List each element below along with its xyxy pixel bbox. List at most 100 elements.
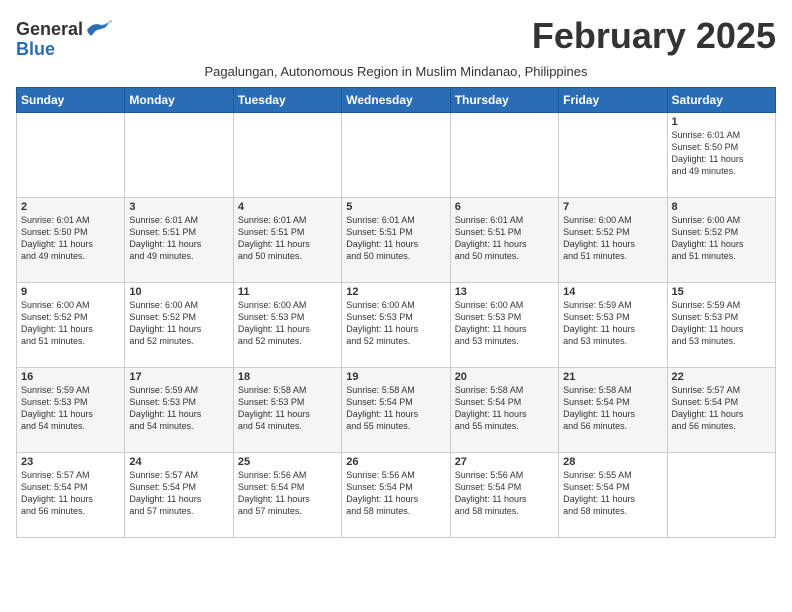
day-number: 5 bbox=[346, 201, 445, 213]
calendar-cell: 18Sunrise: 5:58 AM Sunset: 5:53 PM Dayli… bbox=[233, 367, 341, 452]
calendar-cell: 26Sunrise: 5:56 AM Sunset: 5:54 PM Dayli… bbox=[342, 452, 450, 537]
calendar-cell bbox=[17, 112, 125, 197]
day-info: Sunrise: 6:01 AM Sunset: 5:51 PM Dayligh… bbox=[238, 214, 337, 263]
logo-general-text: General bbox=[16, 20, 83, 40]
calendar-cell: 6Sunrise: 6:01 AM Sunset: 5:51 PM Daylig… bbox=[450, 197, 558, 282]
calendar-cell: 10Sunrise: 6:00 AM Sunset: 5:52 PM Dayli… bbox=[125, 282, 233, 367]
day-info: Sunrise: 5:59 AM Sunset: 5:53 PM Dayligh… bbox=[21, 384, 120, 433]
day-number: 7 bbox=[563, 201, 662, 213]
day-number: 19 bbox=[346, 371, 445, 383]
logo-blue-text: Blue bbox=[16, 40, 55, 60]
day-info: Sunrise: 5:56 AM Sunset: 5:54 PM Dayligh… bbox=[455, 469, 554, 518]
calendar-cell: 21Sunrise: 5:58 AM Sunset: 5:54 PM Dayli… bbox=[559, 367, 667, 452]
day-number: 12 bbox=[346, 286, 445, 298]
day-number: 21 bbox=[563, 371, 662, 383]
calendar-cell: 27Sunrise: 5:56 AM Sunset: 5:54 PM Dayli… bbox=[450, 452, 558, 537]
calendar-cell: 3Sunrise: 6:01 AM Sunset: 5:51 PM Daylig… bbox=[125, 197, 233, 282]
day-number: 14 bbox=[563, 286, 662, 298]
calendar-cell: 20Sunrise: 5:58 AM Sunset: 5:54 PM Dayli… bbox=[450, 367, 558, 452]
weekday-header-sunday: Sunday bbox=[17, 87, 125, 112]
weekday-header-saturday: Saturday bbox=[667, 87, 775, 112]
day-info: Sunrise: 6:00 AM Sunset: 5:52 PM Dayligh… bbox=[129, 299, 228, 348]
day-number: 22 bbox=[672, 371, 771, 383]
day-info: Sunrise: 5:56 AM Sunset: 5:54 PM Dayligh… bbox=[238, 469, 337, 518]
day-info: Sunrise: 5:58 AM Sunset: 5:54 PM Dayligh… bbox=[563, 384, 662, 433]
calendar-cell: 15Sunrise: 5:59 AM Sunset: 5:53 PM Dayli… bbox=[667, 282, 775, 367]
weekday-header-friday: Friday bbox=[559, 87, 667, 112]
day-info: Sunrise: 6:00 AM Sunset: 5:53 PM Dayligh… bbox=[346, 299, 445, 348]
calendar-cell: 13Sunrise: 6:00 AM Sunset: 5:53 PM Dayli… bbox=[450, 282, 558, 367]
day-info: Sunrise: 6:00 AM Sunset: 5:52 PM Dayligh… bbox=[563, 214, 662, 263]
day-number: 3 bbox=[129, 201, 228, 213]
calendar-cell: 25Sunrise: 5:56 AM Sunset: 5:54 PM Dayli… bbox=[233, 452, 341, 537]
calendar-cell: 16Sunrise: 5:59 AM Sunset: 5:53 PM Dayli… bbox=[17, 367, 125, 452]
calendar-cell: 1Sunrise: 6:01 AM Sunset: 5:50 PM Daylig… bbox=[667, 112, 775, 197]
day-info: Sunrise: 6:01 AM Sunset: 5:50 PM Dayligh… bbox=[672, 129, 771, 178]
day-number: 6 bbox=[455, 201, 554, 213]
day-number: 15 bbox=[672, 286, 771, 298]
calendar-cell: 4Sunrise: 6:01 AM Sunset: 5:51 PM Daylig… bbox=[233, 197, 341, 282]
day-info: Sunrise: 5:56 AM Sunset: 5:54 PM Dayligh… bbox=[346, 469, 445, 518]
day-number: 27 bbox=[455, 456, 554, 468]
day-number: 26 bbox=[346, 456, 445, 468]
day-number: 2 bbox=[21, 201, 120, 213]
calendar-cell: 9Sunrise: 6:00 AM Sunset: 5:52 PM Daylig… bbox=[17, 282, 125, 367]
day-info: Sunrise: 5:55 AM Sunset: 5:54 PM Dayligh… bbox=[563, 469, 662, 518]
day-number: 23 bbox=[21, 456, 120, 468]
calendar-cell bbox=[667, 452, 775, 537]
day-number: 16 bbox=[21, 371, 120, 383]
logo-bird-icon bbox=[85, 20, 113, 40]
day-number: 11 bbox=[238, 286, 337, 298]
day-number: 1 bbox=[672, 116, 771, 128]
calendar-cell: 23Sunrise: 5:57 AM Sunset: 5:54 PM Dayli… bbox=[17, 452, 125, 537]
day-info: Sunrise: 5:57 AM Sunset: 5:54 PM Dayligh… bbox=[21, 469, 120, 518]
day-info: Sunrise: 5:59 AM Sunset: 5:53 PM Dayligh… bbox=[563, 299, 662, 348]
calendar-cell: 28Sunrise: 5:55 AM Sunset: 5:54 PM Dayli… bbox=[559, 452, 667, 537]
calendar-cell bbox=[125, 112, 233, 197]
weekday-header-thursday: Thursday bbox=[450, 87, 558, 112]
day-number: 24 bbox=[129, 456, 228, 468]
day-info: Sunrise: 5:58 AM Sunset: 5:54 PM Dayligh… bbox=[346, 384, 445, 433]
calendar-cell: 17Sunrise: 5:59 AM Sunset: 5:53 PM Dayli… bbox=[125, 367, 233, 452]
day-info: Sunrise: 6:01 AM Sunset: 5:50 PM Dayligh… bbox=[21, 214, 120, 263]
calendar-cell: 24Sunrise: 5:57 AM Sunset: 5:54 PM Dayli… bbox=[125, 452, 233, 537]
day-info: Sunrise: 5:59 AM Sunset: 5:53 PM Dayligh… bbox=[129, 384, 228, 433]
calendar-cell bbox=[233, 112, 341, 197]
day-number: 20 bbox=[455, 371, 554, 383]
day-number: 25 bbox=[238, 456, 337, 468]
calendar-subtitle: Pagalungan, Autonomous Region in Muslim … bbox=[16, 64, 776, 79]
month-title: February 2025 bbox=[532, 16, 776, 56]
day-info: Sunrise: 5:57 AM Sunset: 5:54 PM Dayligh… bbox=[129, 469, 228, 518]
day-number: 4 bbox=[238, 201, 337, 213]
day-info: Sunrise: 6:01 AM Sunset: 5:51 PM Dayligh… bbox=[455, 214, 554, 263]
calendar-cell: 19Sunrise: 5:58 AM Sunset: 5:54 PM Dayli… bbox=[342, 367, 450, 452]
day-info: Sunrise: 5:58 AM Sunset: 5:54 PM Dayligh… bbox=[455, 384, 554, 433]
calendar-cell: 5Sunrise: 6:01 AM Sunset: 5:51 PM Daylig… bbox=[342, 197, 450, 282]
day-info: Sunrise: 5:57 AM Sunset: 5:54 PM Dayligh… bbox=[672, 384, 771, 433]
day-info: Sunrise: 6:00 AM Sunset: 5:52 PM Dayligh… bbox=[672, 214, 771, 263]
day-number: 8 bbox=[672, 201, 771, 213]
calendar-cell bbox=[559, 112, 667, 197]
day-info: Sunrise: 6:00 AM Sunset: 5:53 PM Dayligh… bbox=[455, 299, 554, 348]
calendar-cell: 12Sunrise: 6:00 AM Sunset: 5:53 PM Dayli… bbox=[342, 282, 450, 367]
day-number: 18 bbox=[238, 371, 337, 383]
day-number: 10 bbox=[129, 286, 228, 298]
day-info: Sunrise: 5:59 AM Sunset: 5:53 PM Dayligh… bbox=[672, 299, 771, 348]
weekday-header-tuesday: Tuesday bbox=[233, 87, 341, 112]
calendar-table: SundayMondayTuesdayWednesdayThursdayFrid… bbox=[16, 87, 776, 538]
weekday-header-wednesday: Wednesday bbox=[342, 87, 450, 112]
day-number: 28 bbox=[563, 456, 662, 468]
day-number: 17 bbox=[129, 371, 228, 383]
day-number: 9 bbox=[21, 286, 120, 298]
day-info: Sunrise: 6:00 AM Sunset: 5:52 PM Dayligh… bbox=[21, 299, 120, 348]
logo: General Blue bbox=[16, 20, 113, 60]
weekday-header-monday: Monday bbox=[125, 87, 233, 112]
day-number: 13 bbox=[455, 286, 554, 298]
calendar-cell bbox=[450, 112, 558, 197]
day-info: Sunrise: 5:58 AM Sunset: 5:53 PM Dayligh… bbox=[238, 384, 337, 433]
calendar-cell: 11Sunrise: 6:00 AM Sunset: 5:53 PM Dayli… bbox=[233, 282, 341, 367]
calendar-cell bbox=[342, 112, 450, 197]
calendar-cell: 22Sunrise: 5:57 AM Sunset: 5:54 PM Dayli… bbox=[667, 367, 775, 452]
day-info: Sunrise: 6:00 AM Sunset: 5:53 PM Dayligh… bbox=[238, 299, 337, 348]
day-info: Sunrise: 6:01 AM Sunset: 5:51 PM Dayligh… bbox=[346, 214, 445, 263]
